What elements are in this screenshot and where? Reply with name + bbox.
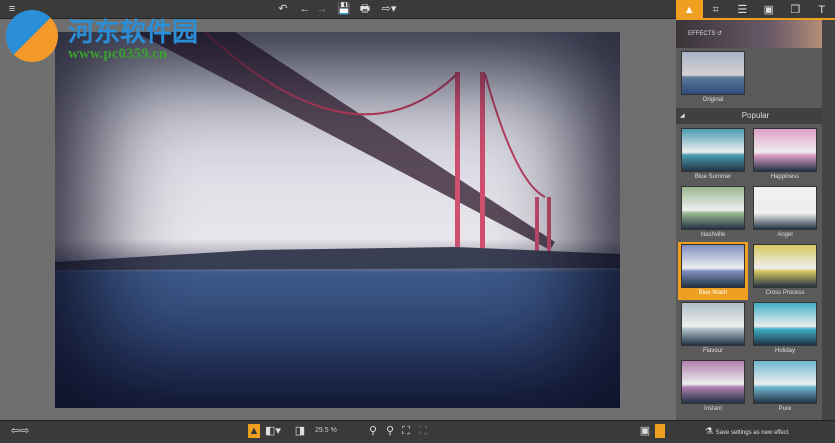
effect-item[interactable]: Nashville [678,184,748,242]
vignette [55,32,620,408]
split-view-icon[interactable]: ◨ [292,421,308,441]
effect-label: Pure [778,406,792,412]
photo-preview[interactable] [55,32,620,408]
section-title: Popular [741,111,770,120]
effect-thumbnail [681,360,745,404]
effect-thumbnail [753,128,817,172]
tab-text[interactable]: T [809,0,835,18]
effect-label: Holiday [774,348,795,354]
effects-reset-button[interactable]: EFFECTS ↺ [688,31,722,37]
original-label: Original [702,97,724,103]
tab-layers[interactable]: ❐ [782,0,809,18]
effect-item[interactable]: Cross Process [750,242,820,300]
original-thumbnail [681,51,745,95]
effect-label: Cross Process [765,290,805,296]
watermark-logo-icon [6,10,58,62]
effect-label: Happiness [770,174,800,180]
tab-effects[interactable]: ▲ [676,0,703,18]
single-view-icon[interactable]: ▲ [248,424,260,438]
effect-thumbnail [753,186,817,230]
effects-grid: Blue Summer Happiness Nashville Angel Blue W… [676,124,835,424]
zoom-in-icon[interactable]: ⚲ [382,421,398,441]
tab-adjust[interactable]: ☰ [729,0,756,18]
effect-item[interactable]: Instant [678,358,748,416]
original-effect[interactable]: Original [676,48,835,108]
panel-tabs: ▲ ⌗ ☰ ▣ ❐ T [676,0,835,20]
effect-thumbnail [753,302,817,346]
tab-frame[interactable]: ▣ [756,0,783,18]
export-icon[interactable]: ⇨▾ [379,0,399,19]
effects-panel: ▲ ⌗ ☰ ▣ ❐ T EFFECTS ↺ Original ◢ Popular Blue … [676,0,835,424]
watermark-url: www.pc0359.cn [68,46,168,62]
flask-icon: ⚗ [705,426,716,436]
effect-label: Nashville [700,232,726,238]
panel-scrollbar[interactable] [822,20,835,420]
undo-icon[interactable]: ← [297,0,313,19]
compare-view-icon[interactable]: ◧▾ [265,421,281,441]
effect-thumbnail [681,302,745,346]
popular-section-header[interactable]: ◢ Popular [676,108,835,124]
effect-thumbnail [681,186,745,230]
effect-item[interactable]: Pure [750,358,820,416]
fullscreen-icon[interactable]: ▣ [637,421,653,441]
effect-thumbnail [753,360,817,404]
save-effect-label: Save settings as new effect [715,430,789,436]
tab-crop[interactable]: ⌗ [703,0,730,18]
zoom-out-icon[interactable]: ⚲ [365,421,381,441]
effect-item[interactable]: Happiness [750,126,820,184]
effect-label: Instant [703,406,722,412]
bottom-toolbar: ⇦⇨ ▲ ◧▾ ◨ 29.5 % ⚲ ⚲ ⛶ ⛶ ▣ ⚗ Save settin… [0,420,835,443]
effect-item[interactable]: Blue Summer [678,126,748,184]
watermark-title: 河东软件园 [68,18,199,48]
effect-item[interactable]: Angel [750,184,820,242]
print-icon[interactable]: 🖶 [357,0,373,19]
effect-item[interactable]: Holiday [750,300,820,358]
effect-label: Flavour [702,348,723,354]
save-icon[interactable]: 💾 [336,0,352,19]
effect-thumbnail [681,128,745,172]
undo-all-icon[interactable]: ↶ [275,0,291,19]
effect-label: Blue Wash [698,290,728,296]
effects-banner: EFFECTS ↺ [676,20,835,48]
effect-item[interactable]: Blue Wash [678,242,748,300]
panel-toggle-icon[interactable] [655,424,665,438]
fit-icon[interactable]: ⛶ [398,421,414,441]
effect-label: Blue Summer [694,174,732,180]
effect-thumbnail [681,244,745,288]
actual-size-icon[interactable]: ⛶ [415,421,431,441]
watermark: 河东软件园 www.pc0359.cn [6,10,198,67]
save-effect-button[interactable]: ⚗ Save settings as new effect [705,426,789,437]
effect-label: Angel [777,232,793,238]
canvas-area [0,19,676,420]
zoom-value[interactable]: 29.5 % [315,427,337,434]
effect-thumbnail [753,244,817,288]
prev-next-icon[interactable]: ⇦⇨ [5,421,35,441]
effect-item[interactable]: Flavour [678,300,748,358]
redo-icon[interactable]: → [314,0,330,19]
